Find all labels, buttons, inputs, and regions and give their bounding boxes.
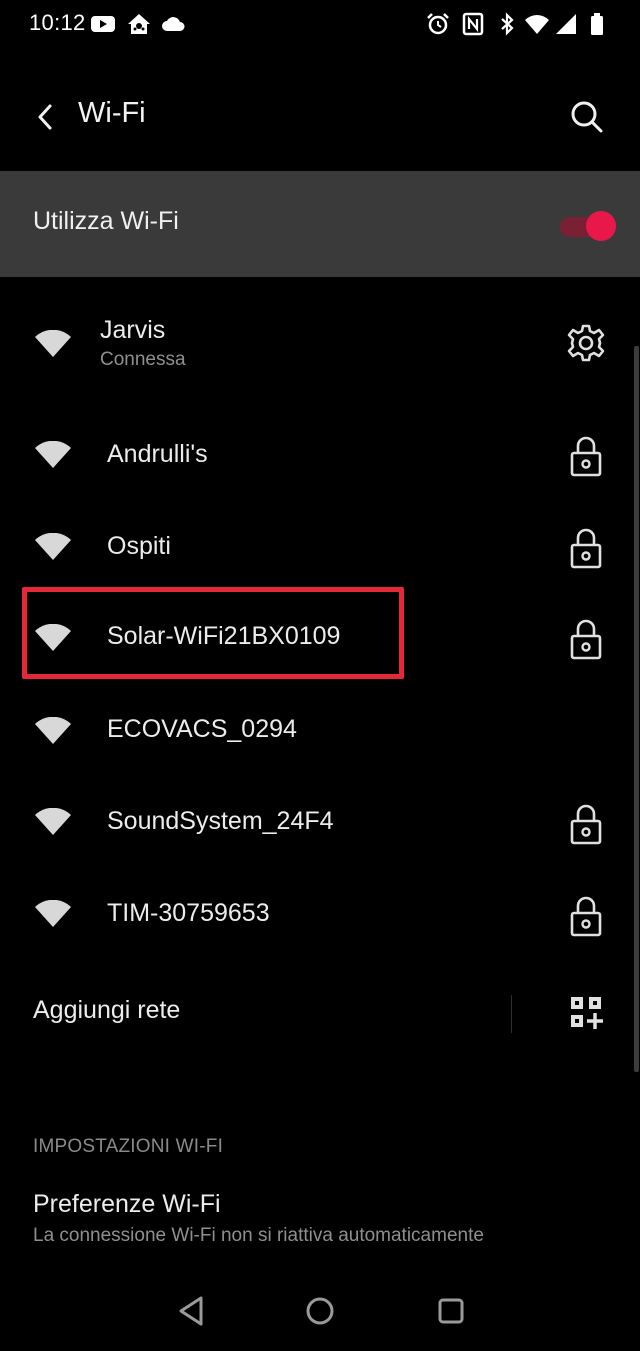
- lock-icon: [568, 434, 604, 478]
- network-item[interactable]: Ospiti: [0, 502, 634, 592]
- network-name: Jarvis: [100, 316, 166, 344]
- lock-icon: [568, 617, 604, 661]
- network-name: Andrulli's: [107, 440, 208, 468]
- use-wifi-toggle[interactable]: [560, 211, 616, 241]
- use-wifi-label: Utilizza Wi-Fi: [33, 207, 179, 235]
- page-title: Wi-Fi: [78, 97, 146, 129]
- status-time: 10:12: [29, 10, 86, 35]
- qr-code-add-button[interactable]: [569, 995, 603, 1029]
- search-icon: [571, 101, 603, 133]
- home-circle-icon: [306, 1297, 334, 1325]
- cloud-icon: [160, 12, 186, 36]
- cell-signal-icon: [554, 12, 580, 36]
- divider: [511, 995, 512, 1033]
- gear-icon[interactable]: [566, 323, 606, 363]
- bluetooth-icon: [494, 12, 520, 36]
- wifi-signal-icon: [524, 12, 550, 36]
- wifi-icon: [34, 330, 72, 358]
- qr-code-add-icon: [571, 997, 603, 1029]
- network-item[interactable]: SoundSystem_24F4: [0, 778, 634, 868]
- wifi-icon: [34, 808, 72, 836]
- battery-icon: [584, 12, 610, 36]
- network-name: ECOVACS_0294: [107, 715, 297, 743]
- network-name: TIM-30759653: [107, 899, 270, 927]
- network-item[interactable]: TIM-30759653: [0, 870, 634, 960]
- lock-icon: [568, 894, 604, 938]
- wifi-icon: [34, 717, 72, 745]
- wifi-preferences-title: Preferenze Wi-Fi: [33, 1190, 221, 1218]
- network-item[interactable]: Andrulli's: [0, 410, 634, 500]
- wifi-icon: [34, 441, 72, 469]
- network-item[interactable]: Jarvis Connessa: [0, 300, 634, 390]
- back-triangle-icon: [179, 1296, 203, 1326]
- section-header: IMPOSTAZIONI WI-FI: [33, 1136, 224, 1157]
- network-name: Ospiti: [107, 532, 171, 560]
- network-status: Connessa: [100, 349, 186, 370]
- toggle-thumb: [586, 211, 616, 241]
- youtube-icon: [90, 12, 116, 36]
- wifi-icon: [34, 533, 72, 561]
- use-wifi-row[interactable]: Utilizza Wi-Fi: [0, 171, 640, 277]
- wifi-icon: [34, 900, 72, 928]
- nfc-icon: [460, 12, 486, 36]
- back-button[interactable]: [28, 98, 62, 136]
- scrollbar[interactable]: [634, 346, 639, 1072]
- status-bar: 10:12: [0, 0, 640, 48]
- nav-back-button[interactable]: [175, 1294, 207, 1328]
- home-assistant-icon: [126, 12, 152, 36]
- search-button[interactable]: [566, 96, 606, 136]
- wifi-preferences-subtitle: La connessione Wi-Fi non si riattiva aut…: [33, 1225, 484, 1246]
- nav-recents-button[interactable]: [435, 1295, 467, 1327]
- nav-home-button[interactable]: [303, 1294, 337, 1328]
- recents-square-icon: [438, 1298, 464, 1324]
- network-item[interactable]: ECOVACS_0294: [0, 686, 634, 776]
- network-name: SoundSystem_24F4: [107, 807, 334, 835]
- highlight-box: [22, 587, 404, 679]
- add-network-button[interactable]: Aggiungi rete: [33, 996, 180, 1025]
- lock-icon: [568, 526, 604, 570]
- alarm-icon: [425, 12, 451, 36]
- lock-icon: [568, 802, 604, 846]
- chevron-left-icon: [38, 104, 52, 130]
- wifi-preferences-item[interactable]: Preferenze Wi-Fi La connessione Wi-Fi no…: [0, 1180, 634, 1260]
